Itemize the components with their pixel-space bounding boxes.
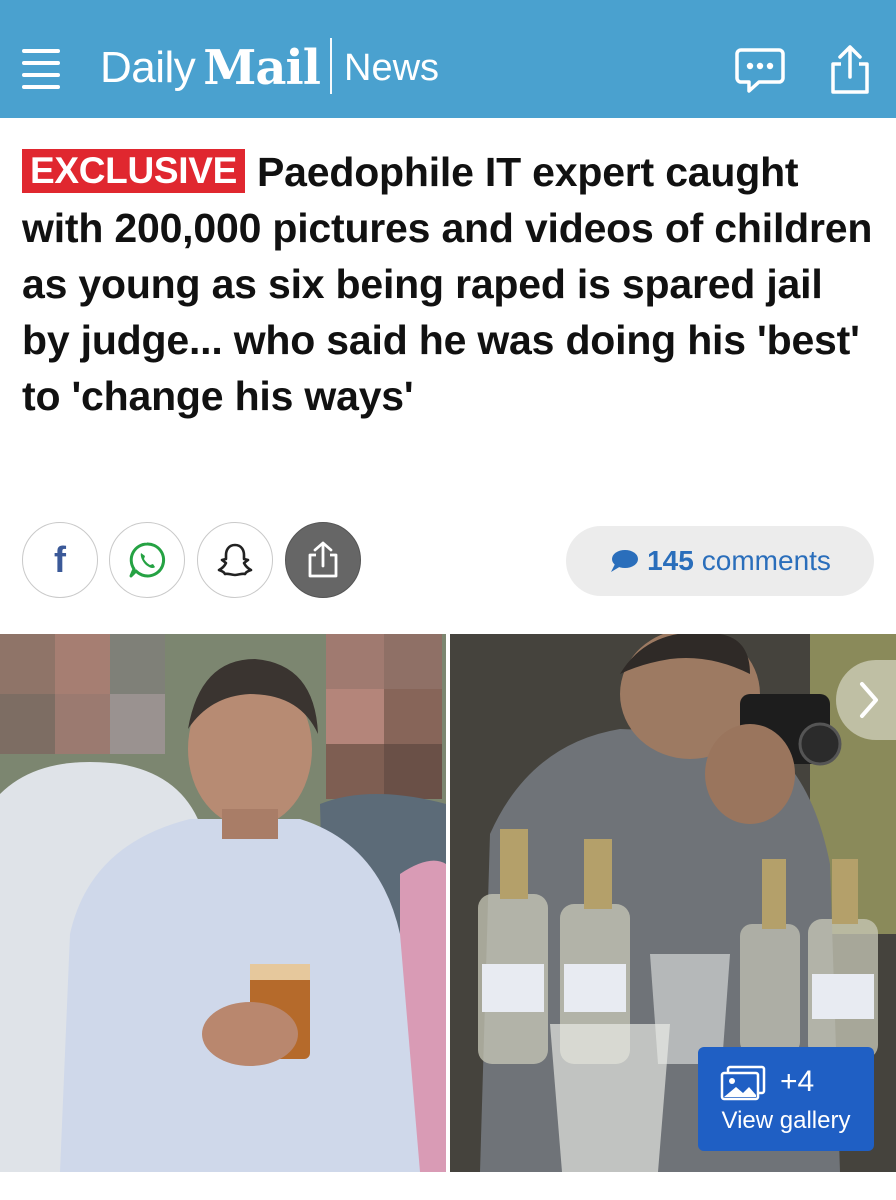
gallery-icon <box>720 1065 766 1101</box>
share-icon <box>308 541 338 578</box>
snapchat-share-button[interactable] <box>197 522 273 598</box>
gallery-label: View gallery <box>721 1107 851 1134</box>
comments-count: 145 <box>647 545 694 576</box>
exclusive-badge: EXCLUSIVE <box>22 149 246 193</box>
comment-bubble-icon <box>611 550 639 572</box>
man-with-drink-photo <box>0 634 446 1172</box>
more-share-button[interactable] <box>285 522 361 598</box>
comments-button[interactable]: 145 comments <box>566 526 874 596</box>
menu-icon[interactable] <box>22 49 60 89</box>
brand-daily: Daily <box>100 43 196 92</box>
brand-mail: Mail <box>203 40 321 96</box>
whatsapp-share-button[interactable] <box>109 522 185 598</box>
chat-icon[interactable] <box>734 44 786 96</box>
article-headline: EXCLUSIVE Paedophile IT expert caught wit… <box>22 144 880 424</box>
whatsapp-icon <box>129 542 166 578</box>
facebook-share-button[interactable]: f <box>22 522 98 598</box>
pixelated-face-right <box>326 634 442 799</box>
brand-divider <box>330 38 332 94</box>
view-gallery-button[interactable]: +4 View gallery <box>698 1047 874 1151</box>
pixelated-face-left <box>0 634 165 754</box>
section-title: News <box>344 47 440 89</box>
article-photo-left[interactable] <box>0 634 446 1172</box>
facebook-icon: f <box>54 539 66 580</box>
brand-logo[interactable]: Daily Mail News <box>100 34 439 96</box>
next-image-button[interactable] <box>836 660 896 740</box>
snapchat-icon <box>217 543 253 577</box>
gallery-count: +4 <box>780 1065 815 1098</box>
comments-label: comments <box>701 545 831 576</box>
header-bar: Daily Mail News <box>0 0 896 118</box>
chevron-right-icon <box>836 660 896 740</box>
share-icon[interactable] <box>824 44 876 96</box>
